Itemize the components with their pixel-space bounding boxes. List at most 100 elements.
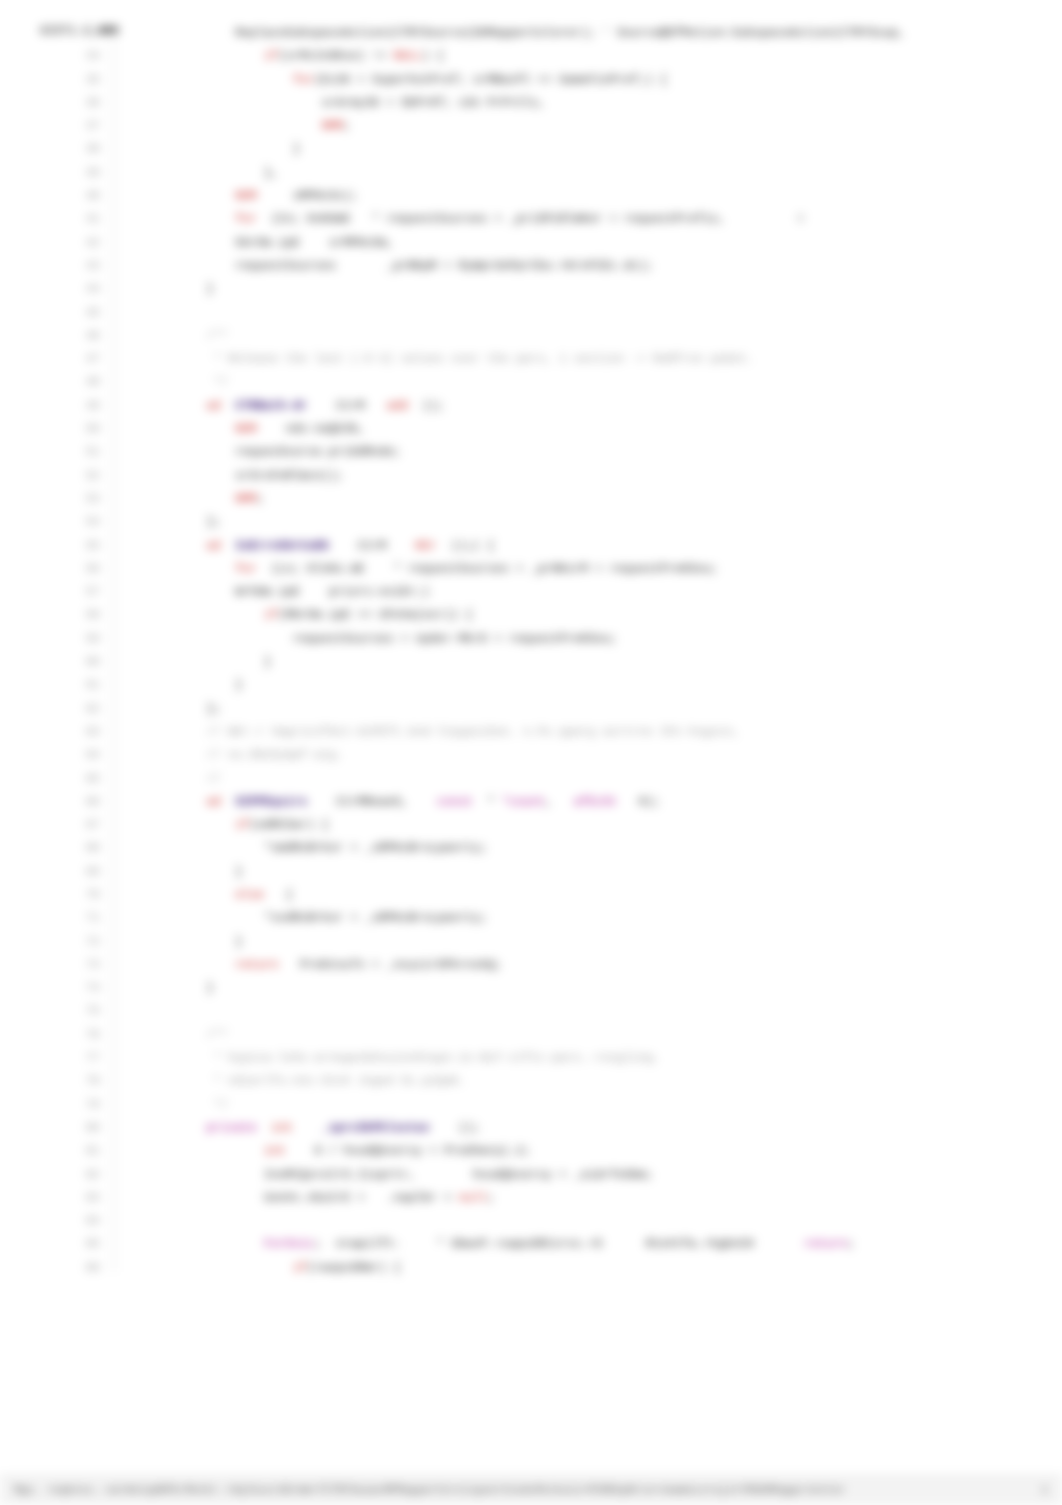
code-line[interactable]: InoMtQsralrS.Iisprtr, hvudQkoorsy = _eid… <box>120 1164 940 1187</box>
code-line[interactable]: ad IoErrnSUrCuEK CtrM KEr ();( { <box>120 535 940 558</box>
line-number[interactable]: 70 <box>56 884 108 907</box>
code-line[interactable]: kbrOm.ipE srMPKn3m, <box>120 232 940 255</box>
code-line[interactable]: * hypica-leSs-arnegeobSsuinnStapn-in-NuT… <box>120 1047 940 1070</box>
line-number[interactable]: 44 <box>56 278 108 301</box>
line-number[interactable]: 43 <box>56 255 108 278</box>
code-line[interactable]: }, <box>120 162 940 185</box>
line-number[interactable]: 37 <box>56 115 108 138</box>
line-number[interactable]: 35 <box>56 69 108 92</box>
line-number[interactable]: 67 <box>56 814 108 837</box>
line-number-gutter[interactable]: 3334353637383940414243444546474849505152… <box>56 22 108 1272</box>
line-number[interactable]: 34 <box>56 45 108 68</box>
code-line[interactable]: return PrebtouTn = _nvyzirSPkrnskQ; <box>120 954 940 977</box>
line-number[interactable]: 58 <box>56 604 108 627</box>
code-line[interactable]: srArmy36 = SbPrKf; s3n PrPrCls, <box>120 92 940 115</box>
line-number[interactable]: 51 <box>56 441 108 464</box>
line-number[interactable]: 84 <box>56 1210 108 1233</box>
line-number[interactable]: 66 <box>56 791 108 814</box>
line-number[interactable]: 76 <box>56 1024 108 1047</box>
code-line[interactable]: // <box>120 768 940 791</box>
code-line[interactable]: ad CTRBath-dr CtrM add (); <box>120 395 940 418</box>
code-line[interactable]: }; <box>120 511 940 534</box>
line-number[interactable]: 74 <box>56 977 108 1000</box>
line-number[interactable]: 64 <box>56 744 108 767</box>
line-number[interactable]: 53 <box>56 488 108 511</box>
code-line[interactable]: for(Ec2K = SuperhotPref; srMBacPl <= Gam… <box>120 69 940 92</box>
code-line[interactable]: // Wkr.r VwgrinJfAct-GiPEft.Und-ltqupsiS… <box>120 721 940 744</box>
code-line[interactable]: } <box>120 674 940 697</box>
line-number[interactable]: 81 <box>56 1140 108 1163</box>
line-number[interactable]: 50 <box>56 418 108 441</box>
code-line[interactable] <box>120 1000 940 1023</box>
line-number[interactable]: 57 <box>56 581 108 604</box>
code-line[interactable]: } <box>120 861 940 884</box>
code-line[interactable]: for (Cn; KnKGmE * requestSsurses = _priS… <box>120 208 940 231</box>
line-number[interactable]: 46 <box>56 325 108 348</box>
line-number[interactable]: 78 <box>56 1070 108 1093</box>
line-number[interactable]: 82 <box>56 1164 108 1187</box>
code-line[interactable]: NMM; <box>120 488 940 511</box>
line-number[interactable]: 54 <box>56 511 108 534</box>
line-number[interactable]: 48 <box>56 371 108 394</box>
code-line[interactable]: NOM nds-naQk3b, <box>120 418 940 441</box>
line-number[interactable]: 55 <box>56 535 108 558</box>
code-line[interactable]: private int _sprcSkPklsstav (); <box>120 1117 940 1140</box>
code-area[interactable]: ReplaceSubspaceAction(CTRYSource(DOMappe… <box>120 22 940 1280</box>
code-line[interactable]: } <box>120 977 940 1000</box>
code-line[interactable]: else { <box>120 884 940 907</box>
line-number[interactable]: 72 <box>56 931 108 954</box>
line-number[interactable]: 86 <box>56 1257 108 1280</box>
code-line[interactable]: srSroFeRlmcn(); <box>120 465 940 488</box>
code-line[interactable]: }; <box>120 698 940 721</box>
code-line[interactable]: UonVc.nbzCrE = .naplbr > null; <box>120 1187 940 1210</box>
line-number[interactable]: 69 <box>56 861 108 884</box>
line-number[interactable]: 39 <box>56 162 108 185</box>
code-line[interactable]: ForOvic; nrwpilft- * GbwvP.+swpuSRCsrvs.… <box>120 1233 940 1256</box>
line-number[interactable]: 40 <box>56 185 108 208</box>
line-number[interactable]: 59 <box>56 628 108 651</box>
line-number[interactable]: 52 <box>56 465 108 488</box>
code-line[interactable]: *smdRcBrkor = _sRPKcBrsLpanrty; <box>120 837 940 860</box>
line-number[interactable]: 60 <box>56 651 108 674</box>
code-line[interactable]: * ndiarlfu-nnc-StnX Jnged Sc.pzQaK. <box>120 1070 940 1093</box>
code-line[interactable]: } <box>120 651 940 674</box>
code-line[interactable] <box>120 1210 940 1233</box>
code-line[interactable]: NOM sMPKn3x); <box>120 185 940 208</box>
code-line[interactable]: // ou.DKeSympf-aig. <box>120 744 940 767</box>
code-line[interactable]: */ <box>120 371 940 394</box>
line-number[interactable]: 47 <box>56 348 108 371</box>
code-line[interactable]: */ <box>120 1094 940 1117</box>
line-number[interactable]: 63 <box>56 721 108 744</box>
code-line[interactable]: if(edRCSar) { <box>120 814 940 837</box>
code-line[interactable]: /** <box>120 325 940 348</box>
line-number[interactable]: 79 <box>56 1094 108 1117</box>
line-number[interactable]: 38 <box>56 138 108 161</box>
code-line[interactable]: WrhGm.ipE priors-eviDr;) <box>120 581 940 604</box>
code-line[interactable]: } <box>120 931 940 954</box>
code-line[interactable]: ad SIPPEqsirs CtrMReaeS, const * *count,… <box>120 791 940 814</box>
line-number[interactable]: 61 <box>56 674 108 697</box>
code-line[interactable]: if(rwopsSRmr) { <box>120 1257 940 1280</box>
line-number[interactable]: 41 <box>56 208 108 231</box>
code-line[interactable]: requestSsurses _prBKpM = RyWprdoPprCbu->… <box>120 255 940 278</box>
code-line[interactable]: NMM; <box>120 115 940 138</box>
code-line[interactable]: } <box>120 278 940 301</box>
line-number[interactable]: 49 <box>56 395 108 418</box>
line-number[interactable]: 73 <box>56 954 108 977</box>
code-line[interactable]: int 0 / hvudQkoorsy = PredVwrp).2; <box>120 1140 940 1163</box>
line-number[interactable]: 68 <box>56 837 108 860</box>
line-number[interactable]: 77 <box>56 1047 108 1070</box>
code-line[interactable]: requestSsurses = npder-MkrD = requestPre… <box>120 628 940 651</box>
code-line[interactable]: requesSvurse.priOdRnde; <box>120 441 940 464</box>
line-number[interactable]: 75 <box>56 1000 108 1023</box>
line-number[interactable]: 45 <box>56 302 108 325</box>
line-number[interactable]: 62 <box>56 698 108 721</box>
line-number[interactable]: 42 <box>56 232 108 255</box>
line-number[interactable]: 56 <box>56 558 108 581</box>
code-line[interactable]: if(MbrOm.ipE == UFeVw(esr)) { <box>120 604 940 627</box>
code-line[interactable]: } <box>120 138 940 161</box>
code-line[interactable]: for (Ln; KlnKo.mE * requestSsurses = _pr… <box>120 558 940 581</box>
line-number[interactable]: 33 <box>56 22 108 45</box>
code-line[interactable]: /** <box>120 1024 940 1047</box>
code-line[interactable]: if(srMcInOKse) != NULL) { <box>120 45 940 68</box>
